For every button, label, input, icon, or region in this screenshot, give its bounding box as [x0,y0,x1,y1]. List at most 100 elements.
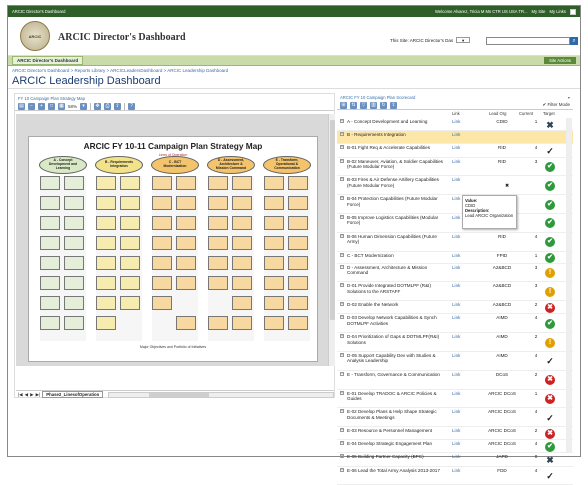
expand-toggle-icon[interactable]: + [340,119,344,123]
scorecard-row[interactable]: + B-03 Fires & Air Defense Artillery Capa… [337,176,573,196]
filter-mode-button[interactable]: ✔ Filter Mode [542,102,570,108]
scorecard-row[interactable]: + E-03 Resource & Personnel Management Lin… [337,427,573,441]
scorecard-title[interactable]: ARCIC FY 10 Campaign Plan Scorecard [340,95,415,100]
next-sheet-icon[interactable]: ▶ [30,392,33,398]
row-link[interactable]: Link [452,441,460,446]
scorecard-row[interactable]: + D-01 Provide Integrated DOTMLPF (R&I) S… [337,282,573,302]
first-sheet-icon[interactable]: |◀ [18,392,23,398]
tooltip-close-icon[interactable]: ✖ [505,183,509,189]
objective-name[interactable]: B-06 Human Dimension Capabilities (Futur… [347,234,447,245]
objective-name[interactable]: E-06 Lead the Total Army Analysis 2013-2… [347,468,447,473]
chevron-down-icon[interactable]: ▾ [80,102,88,110]
scroll-thumb[interactable] [330,120,335,320]
search-input[interactable] [486,37,570,45]
objective-name[interactable]: D - Assessment, Architecture & Mission C… [347,265,447,276]
objective-name[interactable]: E-02 Develop Plans & Help Shape Strategi… [347,409,447,420]
welcome-menu[interactable]: Welcome Alvarez, Tricia M Ms CTR US USA … [435,9,527,14]
scorecard-row[interactable]: − D - Assessment, Architecture & Mission … [337,264,573,283]
expand-toggle-icon[interactable]: + [340,283,344,288]
objective-name[interactable]: E-05 Building Partner Capacity (BPC) [347,454,447,459]
help-icon[interactable]: ? [128,102,136,110]
sort-icon[interactable]: ⇅ [350,101,357,109]
my-links-link[interactable]: My Links [549,9,566,14]
row-link[interactable]: Link [452,302,460,307]
scorecard-row[interactable]: − E - Transform, Governance & Communicati… [337,371,573,390]
expand-toggle-icon[interactable]: + [340,390,344,395]
objective-name[interactable]: D-02 Enable the Network [347,302,447,307]
help-icon[interactable] [570,8,576,15]
expand-toggle-icon[interactable]: − [340,132,344,137]
scorecard-row[interactable]: + B-06 Human Dimension Capabilities (Futu… [337,233,573,252]
page-icon[interactable]: ▦ [58,102,65,110]
expand-toggle-icon[interactable]: + [340,214,344,219]
objective-name[interactable]: D-04 Prioritization of Gaps & DOTMLPF(R&… [347,334,447,345]
scorecard-row[interactable]: + D-05 Support Capability Dev with Studie… [337,352,573,371]
sheet-tab[interactable]: Phase2_LinesofOperation [42,391,104,398]
objective-name[interactable]: E-01 Develop TRADOC & ARCIC Policies & G… [347,391,447,402]
objective-name[interactable]: D-01 Provide Integrated DOTMLPF (R&I) So… [347,283,447,294]
scorecard-row[interactable]: + B-05 Improve Logistics Capabilities (Mo… [337,214,573,233]
col-lead-org[interactable]: Lead Org [489,111,506,116]
objective-name[interactable]: A - Concept Development and Learning [347,119,447,124]
objective-name[interactable]: B-05 Improve Logistics Capabilities (Mod… [347,215,447,226]
prev-sheet-icon[interactable]: ◀ [25,392,28,398]
expand-toggle-icon[interactable]: + [340,441,344,446]
expand-toggle-icon[interactable]: + [340,315,344,320]
site-actions-button[interactable]: Site Actions [544,57,576,64]
scorecard-row[interactable]: + E-05 Building Partner Capacity (BPC) Lin… [337,453,573,467]
page-scrollbar[interactable] [566,118,572,453]
col-current[interactable]: Current [519,111,533,116]
expand-toggle-icon[interactable]: + [340,177,344,182]
scorecard-row[interactable]: + E-06 Lead the Total Army Analysis 2013-… [337,467,573,485]
expand-toggle-icon[interactable]: + [340,454,344,459]
objective-name[interactable]: B - Requirements Integration [347,132,447,137]
objective-name[interactable]: B-03 Fires & Air Defense Artillery Capab… [347,177,447,188]
expand-toggle-icon[interactable]: + [340,145,344,150]
scroll-thumb[interactable] [149,392,210,397]
row-link[interactable]: Link [452,409,460,414]
objective-name[interactable]: B-04 Protection Capabilities (Future Mod… [347,196,447,207]
expand-toggle-icon[interactable]: + [340,334,344,339]
expand-all-icon[interactable]: ⊞ [340,101,347,109]
scorecard-row[interactable]: + D-04 Prioritization of Gaps & DOTMLPF(R… [337,333,573,352]
expand-toggle-icon[interactable]: + [340,233,344,238]
row-link[interactable]: Link [452,159,460,164]
col-link[interactable]: Link [452,111,460,116]
this-site-selector[interactable]: This Site: ARCIC Director's Das ▼ [390,37,471,43]
scorecard-row[interactable]: + B-01 Fight Req & Accelerate Capabilitie… [337,144,573,158]
top-site-link[interactable]: ARCIC Director's Dashboard [12,9,65,14]
expand-toggle-icon[interactable]: + [340,409,344,414]
filter-icon[interactable]: ▽ [360,101,367,109]
vertical-scrollbar[interactable] [328,114,335,366]
chart-icon[interactable]: ▥ [370,101,377,109]
scorecard-row[interactable]: + E-01 Develop TRADOC & ARCIC Policies & … [337,390,573,409]
row-link[interactable]: Link [452,391,460,396]
export-icon[interactable]: ⇪ [114,102,122,110]
objective-name[interactable]: D-05 Support Capability Dev with Studies… [347,353,447,364]
zoom-out-icon[interactable]: − [28,102,35,110]
breadcrumb[interactable]: ARCIC Director's Dashboard > Reports Lib… [8,66,580,75]
scorecard-row[interactable]: + B-02 Maneuver, Aviation, & Soldier Capa… [337,158,573,177]
scorecard-row[interactable]: + A - Concept Development and Learning Lin… [337,118,573,132]
pan-icon[interactable]: ✥ [94,102,102,110]
row-link[interactable]: Link [452,353,460,358]
my-site-link[interactable]: My Site [532,9,546,14]
expand-toggle-icon[interactable]: − [340,371,344,376]
expand-toggle-icon[interactable]: + [340,196,344,201]
row-link[interactable]: Link [452,315,460,320]
objective-name[interactable]: B-01 Fight Req & Accelerate Capabilities [347,145,447,150]
expand-toggle-icon[interactable]: + [340,252,344,257]
row-link[interactable]: Link [452,253,460,258]
webpart-title[interactable]: FY 10 Campaign Plan Strategy Map [15,94,334,102]
export-icon[interactable]: ⇪ [390,101,397,109]
scorecard-row[interactable]: + D-03 Develop Network Capabilities & Syn… [337,314,573,334]
scorecard-row[interactable]: + E-04 Develop Strategic Engagement Plan L… [337,440,573,454]
open-icon[interactable]: ▤ [18,102,25,110]
last-sheet-icon[interactable]: ▶| [36,392,41,398]
objective-name[interactable]: D-03 Develop Network Capabilities & Sync… [347,315,447,326]
objective-name[interactable]: E-04 Develop Strategic Engagement Plan [347,441,447,446]
row-link[interactable]: Link [452,177,460,182]
scorecard-row[interactable]: − B - Requirements Integration Link [337,131,573,145]
expand-toggle-icon[interactable]: + [340,302,344,307]
row-link[interactable]: Link [452,234,460,239]
